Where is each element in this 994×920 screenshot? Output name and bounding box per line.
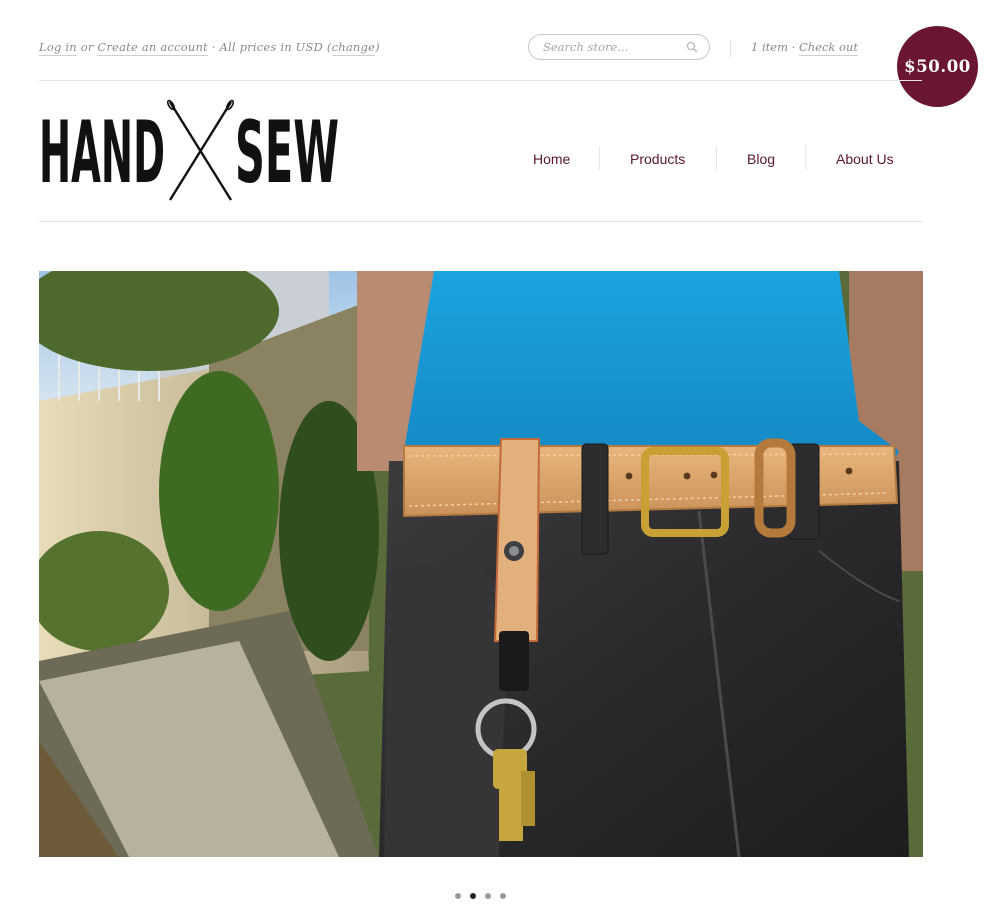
logo-text-right: SEW	[235, 103, 339, 203]
nav-home[interactable]: Home	[533, 146, 570, 172]
hand-sew-logo[interactable]: HAND SEW	[39, 98, 341, 204]
checkout-link[interactable]: Check out	[798, 40, 858, 56]
cart-dot: ·	[791, 40, 796, 54]
header-divider	[730, 40, 731, 58]
nav-rule	[39, 221, 922, 222]
login-link[interactable]: Log in	[39, 40, 77, 56]
hero-slide-image[interactable]	[39, 271, 923, 857]
cart-total-badge[interactable]: $50.00	[897, 26, 978, 107]
nav-products[interactable]: Products	[630, 146, 685, 172]
nav-divider	[599, 146, 600, 170]
paren-open: (	[326, 40, 332, 54]
header-rule	[39, 80, 922, 81]
cart-summary: 1 item · Check out	[751, 40, 858, 56]
nav-about-us[interactable]: About Us	[836, 146, 894, 172]
account-links: Log in or Create an account · All prices…	[39, 40, 380, 56]
or-text: or	[80, 40, 94, 54]
slide-dot-3[interactable]	[485, 893, 491, 899]
logo-text-left: HAND	[39, 103, 165, 203]
search-box[interactable]	[528, 34, 710, 60]
cart-count: 1 item	[751, 40, 788, 54]
prices-text: · All prices in USD	[211, 40, 324, 54]
change-currency-link[interactable]: change	[331, 40, 376, 56]
nav-divider	[716, 146, 717, 170]
create-account-link[interactable]: Create an account	[97, 40, 208, 56]
paren-close: )	[375, 40, 380, 54]
slide-dot-1[interactable]	[455, 893, 461, 899]
crossed-needles-icon	[166, 99, 235, 201]
slide-dot-2[interactable]	[470, 893, 476, 899]
search-input[interactable]	[543, 39, 683, 55]
slideshow-pagination	[455, 893, 506, 899]
belt-photo	[39, 271, 923, 857]
nav-blog[interactable]: Blog	[747, 146, 775, 172]
nav-divider	[805, 146, 806, 170]
search-icon[interactable]	[686, 41, 698, 53]
slide-dot-4[interactable]	[500, 893, 506, 899]
